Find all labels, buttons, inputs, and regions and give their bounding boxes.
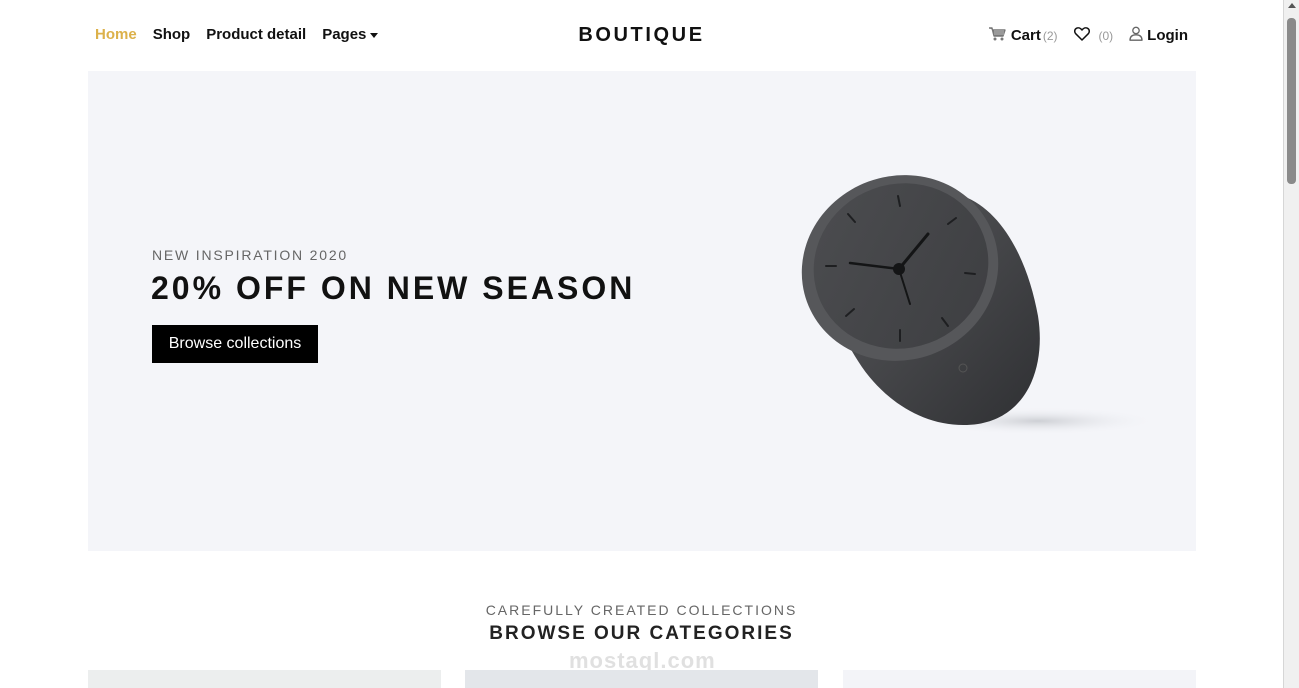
categories-title: BROWSE OUR CATEGORIES: [489, 623, 794, 644]
login-link[interactable]: Login: [1129, 26, 1188, 45]
category-card[interactable]: [843, 670, 1196, 688]
wishlist-count: (0): [1098, 28, 1114, 43]
hero-title: 20% OFF ON NEW SEASON: [151, 270, 636, 306]
heart-icon: [1073, 26, 1090, 45]
category-card[interactable]: [88, 670, 441, 688]
navbar: Home Shop Product detail Pages BOUTIQUE …: [0, 0, 1283, 71]
login-label: Login: [1147, 27, 1188, 44]
clock-product-image: [801, 175, 1158, 435]
page: Home Shop Product detail Pages BOUTIQUE …: [0, 0, 1283, 688]
cart-icon: [988, 26, 1007, 45]
scrollbar-thumb[interactable]: [1287, 18, 1296, 184]
cart-link[interactable]: Cart (2): [988, 26, 1058, 45]
nav-actions: Cart (2) (0) Login: [972, 26, 1188, 45]
hero-subtitle: NEW INSPIRATION 2020: [152, 247, 349, 263]
cart-label: Cart: [1010, 27, 1041, 44]
cart-count: (2): [1042, 28, 1058, 43]
user-icon: [1129, 26, 1143, 45]
vertical-scrollbar[interactable]: [1283, 0, 1299, 688]
browse-collections-button[interactable]: Browse collections: [152, 325, 318, 363]
wishlist-link[interactable]: (0): [1073, 26, 1114, 45]
hero-banner: NEW INSPIRATION 2020 20% OFF ON NEW SEAS…: [88, 71, 1196, 551]
categories-subtitle: CAREFULLY CREATED COLLECTIONS: [485, 602, 798, 618]
category-card[interactable]: [465, 670, 818, 688]
scroll-up-arrow-icon[interactable]: [1288, 3, 1296, 8]
